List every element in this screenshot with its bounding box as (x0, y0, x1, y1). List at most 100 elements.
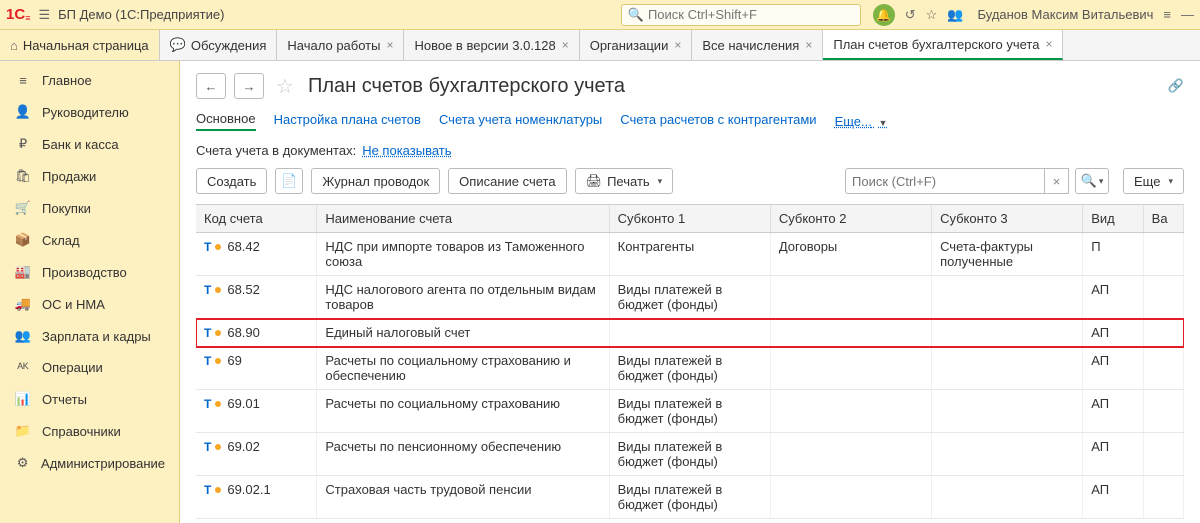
chevron-down-icon: ▾ (1099, 176, 1104, 187)
sidebar-item[interactable]: 👤Руководителю (0, 96, 179, 128)
global-search[interactable]: 🔍 (621, 4, 861, 26)
forward-button[interactable]: → (234, 73, 264, 99)
close-icon[interactable]: × (1045, 37, 1052, 51)
bell-icon[interactable]: 🔔 (873, 4, 895, 26)
print-button[interactable]: 🖨Печать▾ (575, 168, 674, 194)
sidebar-item[interactable]: 🛍Продажи (0, 160, 179, 192)
dot-icon (215, 244, 221, 250)
global-search-input[interactable] (648, 7, 854, 22)
sidebar-item[interactable]: 🏭Производство (0, 256, 179, 288)
sidebar-item[interactable]: ≡Главное (0, 65, 179, 96)
docs-label: Счета учета в документах: (196, 143, 356, 158)
account-icon: T (204, 326, 211, 340)
column-header[interactable]: Субконто 3 (932, 205, 1083, 233)
docs-link[interactable]: Не показывать (362, 143, 451, 158)
cell: Расчеты по пенсионному обеспечению (317, 433, 609, 476)
column-header[interactable]: Код счета (196, 205, 317, 233)
sidebar: ≡Главное👤Руководителю₽Банк и касса🛍Прода… (0, 61, 180, 523)
minimize-icon[interactable]: — (1181, 7, 1194, 22)
user-name[interactable]: Буданов Максим Витальевич (978, 7, 1154, 22)
sidebar-label: Операции (42, 360, 103, 375)
account-code: 69.02 (227, 439, 260, 454)
cell (770, 347, 931, 390)
description-button[interactable]: Описание счета (448, 168, 566, 194)
copy-button[interactable]: 📄 (275, 168, 303, 194)
sidebar-icon: ᴬᴷ (14, 360, 32, 375)
subnav-link[interactable]: Счета учета номенклатуры (439, 112, 602, 130)
account-icon: T (204, 440, 211, 454)
sidebar-label: Справочники (42, 424, 121, 439)
cell (1143, 476, 1183, 519)
close-icon[interactable]: × (805, 38, 812, 52)
subnav-main[interactable]: Основное (196, 111, 256, 131)
clear-search-button[interactable]: × (1045, 168, 1069, 194)
column-header[interactable]: Субконто 2 (770, 205, 931, 233)
sidebar-icon: 🛍 (14, 168, 32, 184)
cell: НДС налогового агента по отдельным видам… (317, 276, 609, 319)
table-search-input[interactable] (845, 168, 1045, 194)
link-icon[interactable]: 🔗 (1168, 78, 1184, 94)
tab[interactable]: Новое в версии 3.0.128 × (404, 30, 579, 60)
sidebar-icon: ₽ (14, 136, 32, 152)
sidebar-label: Производство (42, 265, 127, 280)
cell: П (1083, 233, 1143, 276)
subnav-link[interactable]: Счета расчетов с контрагентами (620, 112, 816, 130)
chevron-down-icon: ▼ (878, 118, 887, 128)
history-icon[interactable]: ↺ (905, 7, 916, 23)
table-row[interactable]: T 69.02 Расчеты по пенсионному обеспечению… (196, 433, 1184, 476)
menu-icon[interactable]: ☰ (38, 7, 50, 23)
users-icon[interactable]: 👥 (947, 7, 963, 23)
tab-label: Новое в версии 3.0.128 (414, 38, 555, 53)
column-header[interactable]: Вид (1083, 205, 1143, 233)
account-code: 69 (227, 353, 241, 368)
table-row[interactable]: T69Расчеты по социальному страхованию и … (196, 347, 1184, 390)
sidebar-icon: ⚙ (14, 455, 31, 471)
subnav: Основное Настройка плана счетов Счета уч… (196, 111, 1184, 131)
table-row[interactable]: T69.01Расчеты по социальному страхованию… (196, 390, 1184, 433)
tab[interactable]: Все начисления× (692, 30, 823, 60)
cell: Виды платежей в бюджет (фонды) (609, 390, 770, 433)
sidebar-item[interactable]: ⚙Администрирование (0, 447, 179, 479)
sidebar-item[interactable]: 📁Справочники (0, 415, 179, 447)
account-code: 68.52 (227, 282, 260, 297)
subnav-more[interactable]: Еще... ▼ (835, 114, 888, 129)
sidebar-item[interactable]: 📊Отчеты (0, 383, 179, 415)
star-icon[interactable]: ☆ (926, 7, 938, 23)
close-icon[interactable]: × (562, 38, 569, 52)
sidebar-item[interactable]: ᴬᴷ Операции (0, 352, 179, 383)
user-menu-icon[interactable]: ≡ (1163, 7, 1171, 22)
sidebar-item[interactable]: 📦Склад (0, 224, 179, 256)
search-button[interactable]: 🔍▾ (1075, 168, 1109, 194)
tab-home[interactable]: ⌂ Начальная страница (0, 30, 160, 60)
cell: Контрагенты (609, 233, 770, 276)
cell (1143, 319, 1183, 347)
sidebar-item[interactable]: 🛒Покупки (0, 192, 179, 224)
journal-button[interactable]: Журнал проводок (311, 168, 440, 194)
tab[interactable]: 💬Обсуждения (160, 30, 278, 60)
column-header[interactable]: Ва (1143, 205, 1183, 233)
chevron-down-icon: ▾ (658, 176, 663, 187)
tabbar: ⌂ Начальная страница 💬ОбсужденияНачало р… (0, 30, 1200, 61)
sidebar-item[interactable]: ₽Банк и касса (0, 128, 179, 160)
favorite-icon[interactable]: ☆ (276, 74, 294, 99)
back-button[interactable]: ← (196, 73, 226, 99)
more-button[interactable]: Еще▾ (1123, 168, 1184, 194)
table-row[interactable]: T68.42НДС при импорте товаров из Таможен… (196, 233, 1184, 276)
table-row[interactable]: T68.52НДС налогового агента по отдельным… (196, 276, 1184, 319)
table-row[interactable]: T69.02.1Страховая часть трудовой пенсииВ… (196, 476, 1184, 519)
column-header[interactable]: Субконто 1 (609, 205, 770, 233)
subnav-link[interactable]: Настройка плана счетов (274, 112, 421, 130)
close-icon[interactable]: × (674, 38, 681, 52)
table-row[interactable]: T68.90Единый налоговый счетАП (196, 319, 1184, 347)
cell (932, 276, 1083, 319)
close-icon[interactable]: × (386, 38, 393, 52)
column-header[interactable]: Наименование счета (317, 205, 609, 233)
sidebar-item[interactable]: 🚚ОС и НМА (0, 288, 179, 320)
sidebar-item[interactable]: 👥Зарплата и кадры (0, 320, 179, 352)
chevron-down-icon: ▾ (1168, 176, 1173, 187)
tab[interactable]: Организации× (580, 30, 693, 60)
create-button[interactable]: Создать (196, 168, 267, 194)
tab[interactable]: Начало работы× (277, 30, 404, 60)
sidebar-icon: 👤 (14, 104, 32, 120)
tab[interactable]: План счетов бухгалтерского учета× (823, 30, 1063, 60)
